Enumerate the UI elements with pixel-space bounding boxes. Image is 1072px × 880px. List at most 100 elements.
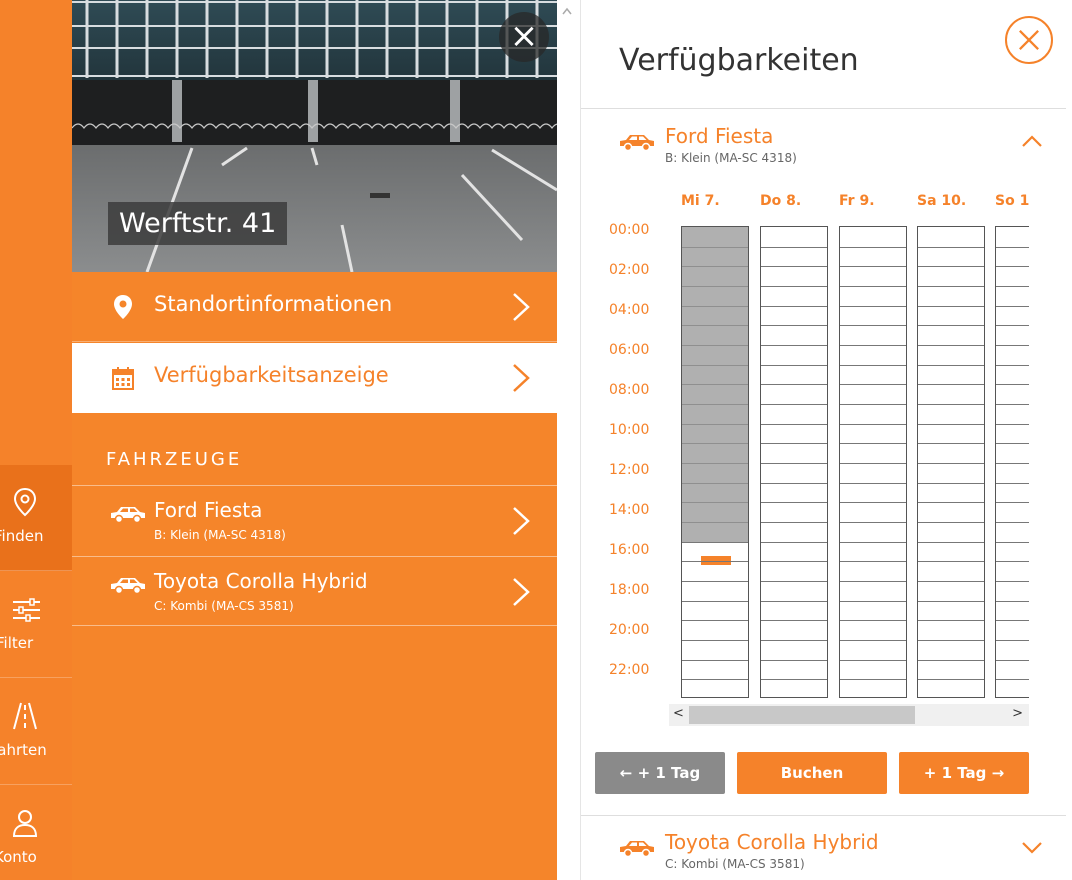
availability-vehicle-ford-fiesta[interactable]: Ford Fiesta B: Klein (MA-SC 4318) bbox=[617, 124, 1042, 174]
hour-slot-line bbox=[840, 561, 906, 563]
scroll-left-arrow[interactable]: < bbox=[673, 706, 684, 721]
hour-slot-line bbox=[918, 384, 984, 386]
vehicle-name: Toyota Corolla Hybrid bbox=[154, 569, 368, 593]
rail-item-filter[interactable]: Filter bbox=[0, 572, 72, 678]
vehicle-name: Toyota Corolla Hybrid bbox=[665, 830, 879, 854]
hour-slot-line bbox=[840, 679, 906, 681]
hour-slot-line bbox=[996, 640, 1029, 641]
rail-label-konto: Konto bbox=[0, 848, 37, 866]
calendar-horizontal-scrollbar[interactable]: < > bbox=[669, 704, 1029, 726]
vehicle-name: Ford Fiesta bbox=[665, 124, 774, 148]
hour-slot-line bbox=[761, 266, 827, 268]
scroll-up-icon[interactable] bbox=[561, 6, 573, 18]
hour-slot-line bbox=[761, 482, 827, 484]
hour-slot-line bbox=[996, 482, 1029, 484]
car-icon bbox=[111, 507, 145, 524]
hour-slot-line bbox=[918, 463, 984, 464]
hour-slot-line bbox=[761, 541, 827, 543]
hour-slot-line bbox=[996, 679, 1029, 681]
vehicle-row-toyota-corolla-hybrid[interactable]: Toyota Corolla Hybrid C: Kombi (MA-CS 35… bbox=[72, 556, 557, 626]
rail-item-finden[interactable]: Finden bbox=[0, 465, 72, 571]
hour-slot-line bbox=[840, 659, 906, 661]
time-label: 18:00 bbox=[609, 582, 650, 598]
book-button[interactable]: Buchen bbox=[737, 752, 887, 794]
rail-item-konto[interactable]: Konto bbox=[0, 786, 72, 880]
availability-calendar: Mi 7. Do 8. Fr 9. Sa 10. So 1 00:00 02:0… bbox=[581, 190, 1066, 730]
vehicle-name: Ford Fiesta bbox=[154, 498, 263, 522]
hour-slot-line bbox=[996, 443, 1029, 445]
time-label: 02:00 bbox=[609, 262, 650, 278]
hour-slot-line bbox=[682, 482, 748, 484]
chevron-down-icon[interactable] bbox=[1021, 840, 1043, 854]
close-photo-button[interactable]: × bbox=[499, 12, 549, 62]
hour-slot-line bbox=[996, 620, 1029, 622]
availability-vehicle-toyota-corolla-hybrid[interactable]: Toyota Corolla Hybrid C: Kombi (MA-CS 35… bbox=[617, 830, 1042, 880]
hour-slot-line bbox=[682, 364, 748, 366]
road-icon bbox=[13, 702, 37, 730]
hour-slot-line bbox=[918, 325, 984, 327]
hour-slot-line bbox=[918, 443, 984, 445]
day-label: Fr 9. bbox=[839, 193, 875, 209]
hour-slot-line bbox=[918, 620, 984, 622]
hour-slot-line bbox=[682, 266, 748, 268]
hour-slot-line bbox=[682, 423, 748, 425]
time-label: 14:00 bbox=[609, 502, 650, 518]
location-title: Werftstr. 41 bbox=[108, 202, 288, 245]
hour-slot-line bbox=[840, 246, 906, 248]
hour-slot-line bbox=[682, 384, 748, 386]
hour-slot-line bbox=[840, 541, 906, 543]
nav-rail: Finden Filter Fahrten Konto bbox=[0, 0, 72, 880]
map-marker-icon bbox=[114, 295, 132, 319]
scrollbar-thumb[interactable] bbox=[689, 706, 915, 724]
day-column-do[interactable] bbox=[760, 226, 828, 698]
hour-slot-line bbox=[840, 502, 906, 504]
hour-slot-line bbox=[996, 581, 1029, 582]
close-icon[interactable] bbox=[1005, 16, 1053, 64]
scroll-right-arrow[interactable]: > bbox=[1012, 706, 1023, 721]
calendar-icon bbox=[112, 367, 134, 390]
menu-label-verfuegbarkeitsanzeige: Verfügbarkeitsanzeige bbox=[154, 363, 389, 387]
hour-slot-line bbox=[918, 581, 984, 582]
hour-slot-line bbox=[682, 600, 748, 602]
divider bbox=[581, 108, 1066, 109]
hour-slot-line bbox=[996, 522, 1029, 523]
hour-slot-line bbox=[996, 600, 1029, 602]
hour-slot-line bbox=[918, 482, 984, 484]
day-column-mi[interactable] bbox=[681, 226, 749, 698]
hour-slot-line bbox=[918, 561, 984, 563]
hour-slot-line bbox=[682, 620, 748, 622]
hour-slot-line bbox=[840, 384, 906, 386]
chevron-right-icon bbox=[513, 364, 530, 392]
chevron-right-icon bbox=[513, 293, 530, 321]
time-label: 10:00 bbox=[609, 422, 650, 438]
hour-slot-line bbox=[918, 404, 984, 405]
chevron-up-icon[interactable] bbox=[1021, 134, 1043, 148]
hour-slot-line bbox=[996, 364, 1029, 366]
hour-slot-line bbox=[918, 600, 984, 602]
rail-item-fahrten[interactable]: Fahrten bbox=[0, 679, 72, 785]
day-column-so[interactable] bbox=[995, 226, 1029, 698]
hour-slot-line bbox=[840, 423, 906, 425]
prev-day-button[interactable]: ← + 1 Tag bbox=[595, 752, 725, 794]
day-column-fr[interactable] bbox=[839, 226, 907, 698]
vehicle-row-ford-fiesta[interactable]: Ford Fiesta B: Klein (MA-SC 4318) bbox=[72, 485, 557, 555]
menu-verfuegbarkeitsanzeige[interactable]: Verfügbarkeitsanzeige bbox=[72, 343, 557, 413]
hour-slot-line bbox=[682, 679, 748, 681]
hour-slot-line bbox=[761, 286, 827, 287]
hour-slot-line bbox=[840, 443, 906, 445]
next-day-button[interactable]: + 1 Tag → bbox=[899, 752, 1029, 794]
day-column-sa[interactable] bbox=[917, 226, 985, 698]
day-label: Mi 7. bbox=[681, 193, 720, 209]
hour-slot-line bbox=[918, 423, 984, 425]
hour-slot-line bbox=[918, 679, 984, 681]
hour-slot-line bbox=[682, 325, 748, 327]
hour-slot-line bbox=[682, 522, 748, 523]
hour-slot-line bbox=[996, 463, 1029, 464]
hour-slot-line bbox=[761, 659, 827, 661]
hour-slot-line bbox=[840, 522, 906, 523]
location-panel: × Werftstr. 41 Standortinformationen Ver… bbox=[72, 0, 557, 880]
menu-standortinformationen[interactable]: Standortinformationen bbox=[72, 272, 557, 342]
location-pin-icon bbox=[13, 487, 37, 517]
day-label: Sa 10. bbox=[917, 193, 967, 209]
hour-slot-line bbox=[996, 502, 1029, 504]
